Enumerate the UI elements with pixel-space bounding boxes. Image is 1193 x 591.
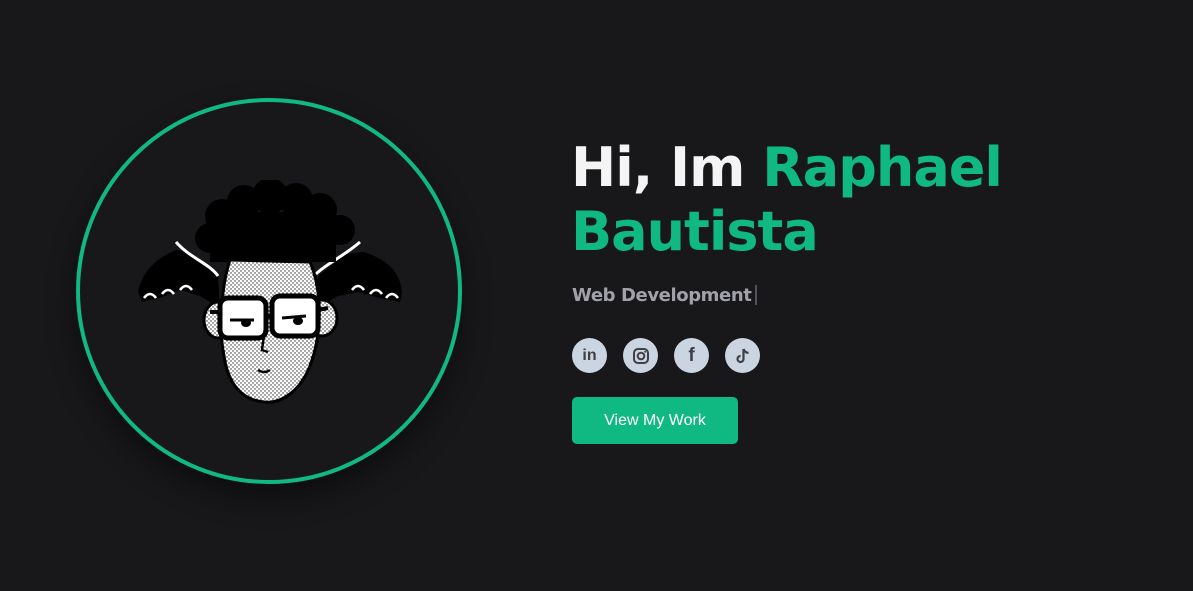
avatar (76, 98, 462, 484)
hero-section: Hi, Im Raphael Bautista Web Development … (0, 0, 1193, 591)
first-name: Raphael (762, 136, 1003, 199)
linkedin-icon: in (582, 346, 597, 364)
typing-cursor (755, 285, 758, 305)
tiktok-icon (735, 348, 749, 363)
instagram-link[interactable] (623, 338, 658, 373)
role-typing-text: Web Development (572, 285, 758, 306)
tiktok-link[interactable] (725, 338, 760, 373)
headline: Hi, Im Raphael Bautista (571, 136, 1003, 264)
cartoon-face-illustration (138, 180, 402, 404)
view-my-work-button[interactable]: View My Work (572, 397, 738, 444)
social-links: in f (572, 338, 760, 373)
greeting-text: Hi, Im (571, 136, 745, 199)
role-label: Web Development (572, 285, 752, 306)
facebook-link[interactable]: f (674, 338, 709, 373)
instagram-icon (632, 347, 649, 364)
last-name: Bautista (571, 200, 819, 263)
linkedin-link[interactable]: in (572, 338, 607, 373)
facebook-icon: f (688, 344, 695, 366)
